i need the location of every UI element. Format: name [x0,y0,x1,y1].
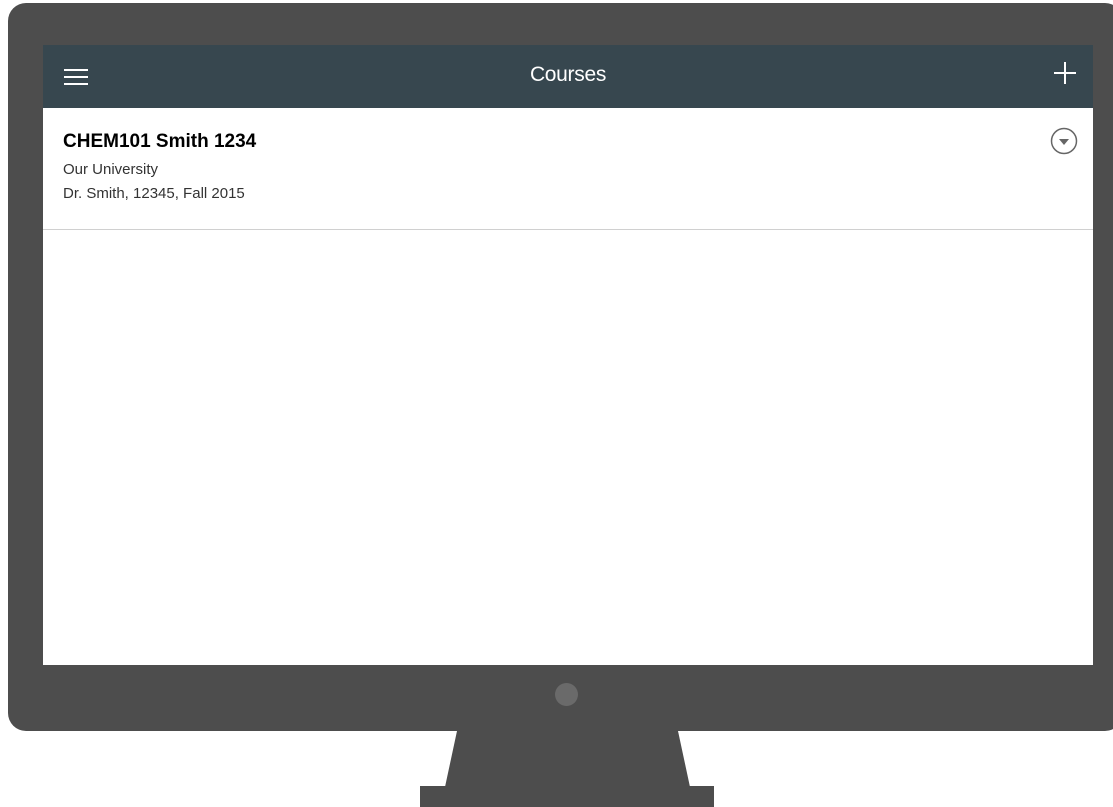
course-institution: Our University [63,161,159,178]
page-title: Courses [529,63,607,86]
chevron-down-circle-icon [1050,127,1078,155]
course-title: CHEM101 Smith 1234 [63,131,257,152]
course-details: Dr. Smith, 12345, Fall 2015 [63,185,245,202]
course-list-item[interactable]: CHEM101 Smith 1234 Our University Dr. Sm… [43,108,1093,230]
course-expand-button[interactable] [1050,127,1078,155]
monitor-camera [555,683,578,706]
app-header: Courses [43,45,1093,108]
app-screen: Courses CHEM101 Smith 1234 Our Universit… [43,45,1093,665]
plus-icon [1054,62,1076,84]
add-course-button[interactable] [1050,58,1080,88]
